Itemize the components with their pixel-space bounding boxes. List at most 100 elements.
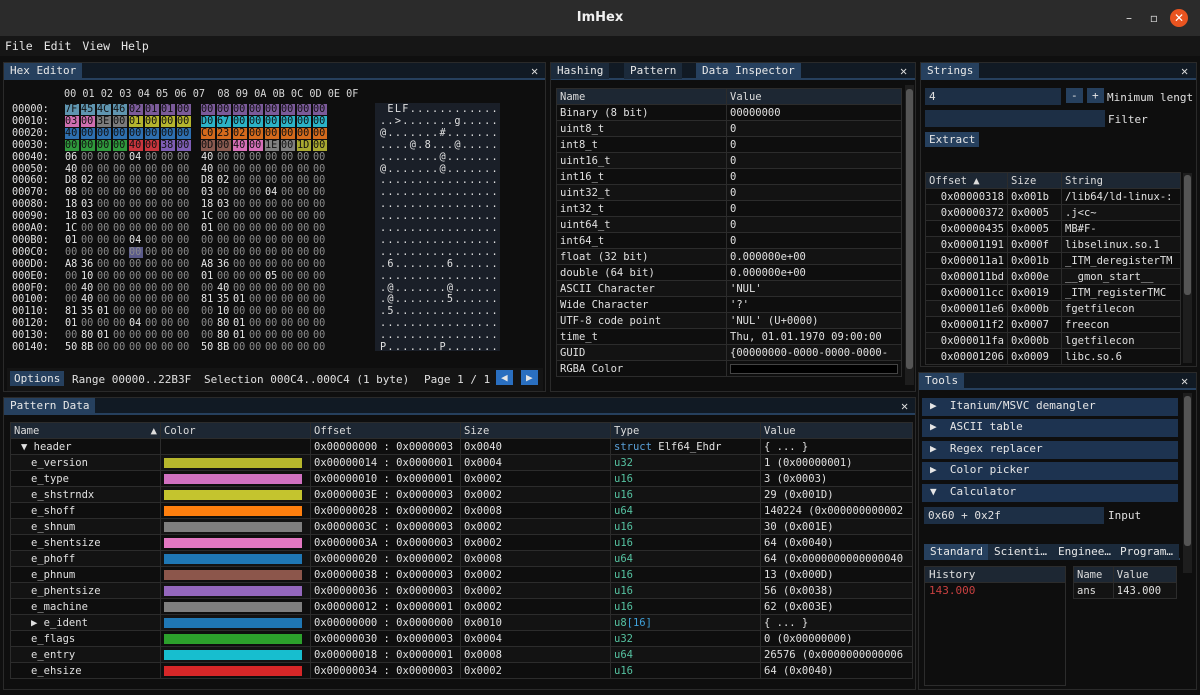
hex-byte[interactable]: 00 [201,235,215,246]
hex-byte[interactable]: 01 [65,318,79,329]
hex-byte[interactable]: 00 [65,330,79,341]
pattern-row[interactable]: e_machine 0x00000012 : 0x0000001 0x0002 u16… [10,598,913,615]
hex-byte[interactable]: 00 [313,175,327,186]
hex-byte[interactable]: 00 [177,330,191,341]
hex-byte[interactable]: 00 [97,223,111,234]
hex-byte[interactable]: 00 [129,283,143,294]
hex-byte[interactable]: 00 [161,247,175,258]
filter-input[interactable] [925,110,1105,127]
hex-byte[interactable]: 00 [217,271,231,282]
hex-byte[interactable]: 00 [265,318,279,329]
hex-byte[interactable]: 40 [201,152,215,163]
hex-byte[interactable]: 00 [97,318,111,329]
string-row[interactable]: 0x000011e6 0x000b fgetfilecon [925,300,1181,317]
hex-byte[interactable]: 1D [297,139,311,151]
hex-byte[interactable]: 00 [313,104,327,116]
hex-byte[interactable]: 00 [81,164,95,175]
menu-edit[interactable]: Edit [39,36,78,53]
hex-byte[interactable]: 00 [265,104,279,116]
pattern-row[interactable]: ▶ e_ident 0x00000000 : 0x0000000 0x0010 u8[… [10,614,913,631]
hex-byte[interactable]: 00 [97,235,111,246]
hex-byte[interactable]: 00 [177,271,191,282]
ascii-row[interactable]: .@.......@...... [380,283,499,294]
string-row[interactable]: 0x000011a1 0x001b _ITM_deregisterTM [925,252,1181,269]
pattern-row[interactable]: e_phoff 0x00000020 : 0x0000002 0x0008 u64 64… [10,550,913,567]
pattern-row[interactable]: e_phentsize 0x00000036 : 0x0000003 0x0002 u… [10,582,913,599]
hex-byte[interactable]: 00 [297,283,311,294]
hex-byte[interactable]: 00 [201,306,215,317]
hex-byte[interactable]: 3E [97,115,111,128]
hex-byte[interactable]: 8B [81,342,95,353]
hex-byte[interactable]: 00 [297,247,311,258]
hex-byte[interactable]: 00 [313,342,327,353]
inspector-row[interactable]: RGBA Color [556,360,902,377]
ascii-row[interactable]: .5.............. [380,306,499,317]
tab-pattern[interactable]: Pattern [624,63,683,79]
hex-byte[interactable]: 00 [177,127,191,139]
hex-byte[interactable]: 00 [233,164,247,175]
hex-byte[interactable]: 00 [145,271,159,282]
hex-byte[interactable]: 00 [249,152,263,163]
hex-byte[interactable]: 00 [97,199,111,210]
hex-byte[interactable]: 00 [249,294,263,305]
hex-byte[interactable]: 00 [265,342,279,353]
hex-byte[interactable]: 00 [217,235,231,246]
hex-byte[interactable]: 00 [113,211,127,222]
hex-byte[interactable]: 00 [145,330,159,341]
hex-byte[interactable]: 00 [249,306,263,317]
hex-byte[interactable]: 00 [65,294,79,305]
hex-byte[interactable]: 00 [113,342,127,353]
hex-byte[interactable]: 04 [129,235,143,246]
tab-hex-editor[interactable]: Hex Editor [4,63,83,79]
hex-byte[interactable]: 01 [97,306,111,317]
hex-byte[interactable]: 03 [217,199,231,210]
hex-byte[interactable]: 00 [81,223,95,234]
tab-hashing[interactable]: Hashing [551,63,610,79]
hex-byte[interactable]: 00 [161,342,175,353]
hex-byte[interactable]: 00 [265,223,279,234]
hex-byte[interactable]: 00 [297,330,311,341]
hex-byte[interactable]: 00 [313,318,327,329]
hex-byte[interactable]: 00 [249,271,263,282]
pattern-row[interactable]: e_ehsize 0x00000034 : 0x0000003 0x0002 u16 6… [10,662,913,679]
inspector-row[interactable]: int32_t 0 [556,200,902,217]
hex-byte[interactable]: 00 [113,294,127,305]
hex-byte[interactable]: 00 [177,187,191,198]
close-icon[interactable]: ✕ [1181,374,1188,388]
hex-byte[interactable]: 00 [313,127,327,139]
hex-byte[interactable]: 00 [129,223,143,234]
next-page-button[interactable]: ▶ [521,370,538,385]
string-row[interactable]: 0x00001191 0x000f libselinux.so.1 [925,236,1181,253]
hex-byte[interactable]: 00 [129,342,143,353]
hex-byte[interactable]: 67 [217,115,231,128]
hex-byte[interactable]: 00 [129,211,143,222]
hex-byte[interactable]: 00 [161,318,175,329]
hex-byte[interactable]: 00 [113,283,127,294]
string-row[interactable]: 0x00000435 0x0005 MB#F- [925,220,1181,237]
hex-byte[interactable]: 00 [145,127,159,139]
hex-byte[interactable]: 18 [65,211,79,222]
hex-byte[interactable]: 00 [113,247,127,258]
hex-byte[interactable]: 40 [233,139,247,151]
inspector-row[interactable]: int16_t 0 [556,168,902,185]
hex-byte[interactable]: 00 [249,164,263,175]
hex-byte[interactable]: 00 [249,235,263,246]
hex-byte[interactable]: 00 [297,199,311,210]
hex-byte[interactable]: 00 [177,164,191,175]
ascii-row[interactable]: @.......@....... [380,164,499,175]
ascii-row[interactable]: @.......#....... [380,128,499,139]
hex-byte[interactable]: 00 [81,235,95,246]
hex-byte[interactable]: 00 [145,283,159,294]
hex-byte[interactable]: 8B [217,342,231,353]
hex-byte[interactable]: 00 [249,127,263,139]
inspector-row[interactable]: UTF-8 code point 'NUL' (U+0000) [556,312,902,329]
hex-byte[interactable]: 02 [129,104,143,116]
hex-byte[interactable]: 01 [233,294,247,305]
hex-byte[interactable]: 00 [161,199,175,210]
hex-byte[interactable]: 00 [249,330,263,341]
hex-byte[interactable]: 00 [201,318,215,329]
hex-byte[interactable]: 00 [113,187,127,198]
hex-byte[interactable]: 00 [161,211,175,222]
col-offset[interactable]: Offset ▲ [925,172,1008,189]
string-row[interactable]: 0x000011bd 0x000e __gmon_start__ [925,268,1181,285]
